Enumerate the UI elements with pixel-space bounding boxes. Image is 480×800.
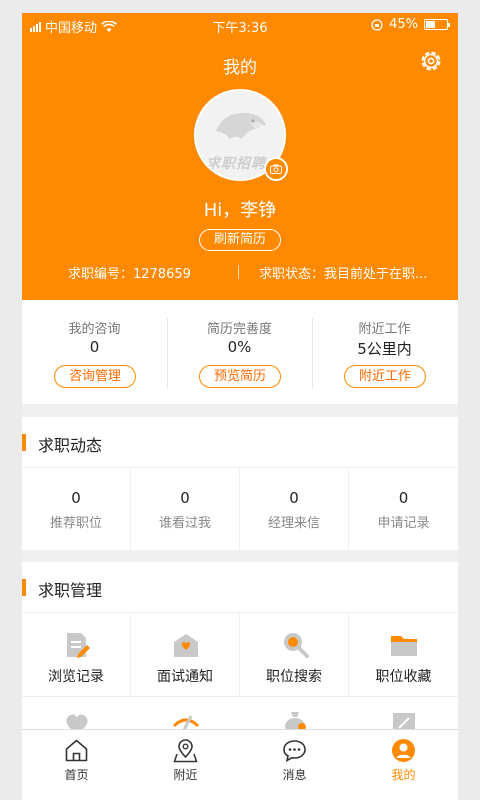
- divider: [238, 265, 239, 279]
- tab-profile[interactable]: 我的: [349, 730, 458, 800]
- job-id-label: 求职编号：: [68, 267, 134, 282]
- dynamic-count: 0: [398, 489, 409, 507]
- interview-notice-icon: [174, 634, 198, 657]
- mgmt-job-favorites[interactable]: 职位收藏: [349, 614, 458, 697]
- mgmt-label: 面试通知: [157, 669, 213, 685]
- bottom-tab-bar: 首页 附近 消息 我的: [22, 729, 458, 800]
- job-status-value: 我目前处于在职...: [324, 267, 428, 282]
- dynamic-count: 0: [180, 489, 190, 507]
- dynamic-label: 申请记录: [377, 516, 430, 531]
- rotation-lock-icon: [371, 18, 383, 31]
- camera-icon: [270, 164, 282, 174]
- job-dynamics-section: 求职动态 0 推荐职位 0 谁看过我 0 经理来信 0 申请记录: [22, 417, 458, 550]
- stat-value: 0%: [227, 338, 252, 356]
- dynamic-count: 0: [71, 489, 81, 507]
- section-accent-bar: [22, 434, 26, 451]
- section-title: 求职管理: [38, 581, 103, 600]
- page-title: 我的: [223, 58, 257, 78]
- browse-history-icon: [67, 633, 90, 658]
- dynamic-application-records[interactable]: 0 申请记录: [349, 469, 458, 550]
- dynamic-recommended-jobs[interactable]: 0 推荐职位: [22, 469, 131, 550]
- job-favorites-icon: [391, 636, 417, 656]
- mgmt-label: 浏览记录: [48, 669, 104, 685]
- mgmt-label: 职位搜索: [266, 669, 322, 685]
- dynamic-manager-letters[interactable]: 0 经理来信: [240, 469, 349, 550]
- user-greeting: Hi，李铮: [203, 200, 277, 221]
- dynamic-label: 经理来信: [267, 516, 320, 531]
- stat-label: 我的咨询: [68, 322, 121, 337]
- stat-value: 5公里内: [357, 340, 412, 358]
- location-icon: [173, 739, 198, 763]
- profile-header: 中国移动 下午3:36 45% 我的 求职招聘 Hi，李铮 刷新简历 求职编号：…: [22, 13, 458, 300]
- app-screen: 中国移动 下午3:36 45% 我的 求职招聘 Hi，李铮 刷新简历 求职编号：…: [22, 13, 458, 800]
- home-icon: [65, 739, 88, 762]
- stat-label: 附近工作: [358, 322, 411, 337]
- nearby-jobs-button[interactable]: 附近工作: [344, 365, 426, 388]
- dynamic-count: 0: [289, 489, 299, 507]
- job-id: 求职编号：1278659: [68, 263, 191, 282]
- dynamic-who-viewed-me[interactable]: 0 谁看过我: [131, 469, 240, 550]
- job-info-row: 求职编号：1278659 求职状态：我目前处于在职...: [22, 263, 458, 283]
- battery-icon: [424, 19, 450, 30]
- stat-label: 简历完善度: [206, 322, 272, 337]
- profile-icon: [392, 739, 415, 762]
- refresh-resume-button[interactable]: 刷新简历: [199, 229, 281, 251]
- tab-label: 消息: [282, 768, 307, 782]
- tab-label: 附近: [173, 768, 198, 782]
- dynamic-label: 推荐职位: [49, 516, 102, 531]
- battery-percent: 45%: [389, 17, 418, 32]
- section-header: 求职动态: [22, 417, 458, 468]
- message-icon: [283, 740, 306, 763]
- stats-card: 我的咨询 0 咨询管理 简历完善度 0% 预览简历 附近工作 5公里内 附近工作: [22, 300, 458, 404]
- job-search-icon: [284, 633, 309, 658]
- change-photo-button[interactable]: [264, 157, 288, 181]
- mgmt-interview-notice[interactable]: 面试通知: [131, 614, 240, 697]
- stat-resume-completeness: 简历完善度 0% 预览简历: [167, 300, 312, 404]
- section-accent-bar: [22, 579, 26, 596]
- tab-label: 首页: [64, 768, 89, 782]
- mgmt-browse-history[interactable]: 浏览记录: [22, 614, 131, 697]
- tab-label: 我的: [391, 768, 416, 782]
- tab-home[interactable]: 首页: [22, 730, 131, 800]
- dynamic-label: 谁看过我: [158, 516, 211, 531]
- stat-nearby-jobs: 附近工作 5公里内 附近工作: [312, 300, 457, 404]
- preview-resume-button[interactable]: 预览简历: [199, 365, 281, 388]
- status-bar: 中国移动 下午3:36 45%: [22, 13, 458, 37]
- section-title: 求职动态: [38, 436, 103, 455]
- job-id-value: 1278659: [133, 267, 191, 282]
- tab-messages[interactable]: 消息: [240, 730, 349, 800]
- mgmt-label: 职位收藏: [375, 669, 432, 685]
- mgmt-job-search[interactable]: 职位搜索: [240, 614, 349, 697]
- settings-gear-icon[interactable]: [418, 48, 444, 74]
- stat-value: 0: [89, 338, 100, 356]
- avatar-logo-text: 求职招聘: [206, 156, 266, 172]
- job-status-label: 求职状态：: [259, 267, 325, 282]
- job-status[interactable]: 求职状态：我目前处于在职...: [259, 263, 445, 282]
- section-header: 求职管理: [22, 562, 458, 613]
- consultation-manage-button[interactable]: 咨询管理: [54, 365, 136, 388]
- tab-nearby[interactable]: 附近: [131, 730, 240, 800]
- job-management-section: 求职管理 浏览记录 面试通知 职位搜索 职位收藏: [22, 562, 458, 734]
- stat-consultation: 我的咨询 0 咨询管理: [22, 300, 167, 404]
